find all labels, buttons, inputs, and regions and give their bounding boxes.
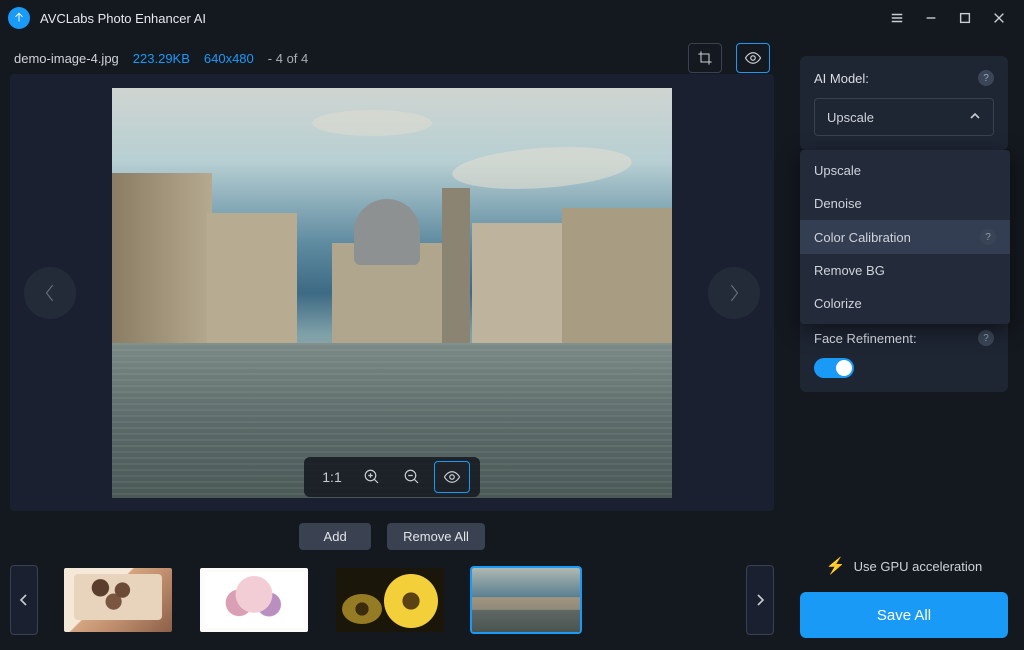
help-icon[interactable]: ? — [980, 229, 996, 245]
bolt-icon: ⚡ — [826, 556, 846, 576]
save-all-button[interactable]: Save All — [800, 592, 1008, 638]
close-button[interactable] — [982, 3, 1016, 33]
thumb-scroll-left[interactable] — [10, 565, 38, 635]
file-name: demo-image-4.jpg — [14, 51, 119, 66]
thumbnail-3[interactable] — [336, 568, 444, 632]
face-refinement-toggle[interactable] — [814, 358, 854, 378]
ai-model-selected: Upscale — [827, 110, 874, 125]
crop-button[interactable] — [688, 43, 722, 73]
face-refinement-label: Face Refinement: — [814, 331, 917, 346]
option-label: Color Calibration — [814, 230, 911, 245]
help-icon[interactable]: ? — [978, 70, 994, 86]
preview-toggle-button[interactable] — [736, 43, 770, 73]
ai-model-dropdown: Upscale Denoise Color Calibration ? Remo… — [800, 150, 1010, 324]
model-option-denoise[interactable]: Denoise — [800, 187, 1010, 220]
help-icon[interactable]: ? — [978, 330, 994, 346]
file-info-bar: demo-image-4.jpg 223.29KB 640x480 - 4 of… — [10, 42, 774, 74]
gpu-acceleration-row[interactable]: ⚡ Use GPU acceleration — [800, 556, 1008, 576]
maximize-button[interactable] — [948, 3, 982, 33]
model-option-upscale[interactable]: Upscale — [800, 154, 1010, 187]
model-option-remove-bg[interactable]: Remove BG — [800, 254, 1010, 287]
hamburger-menu-button[interactable] — [880, 3, 914, 33]
file-size: 223.29KB — [133, 51, 190, 66]
app-title: AVCLabs Photo Enhancer AI — [40, 11, 880, 26]
model-option-color-calibration[interactable]: Color Calibration ? — [800, 220, 1010, 254]
chevron-up-icon — [969, 110, 981, 125]
model-option-colorize[interactable]: Colorize — [800, 287, 1010, 320]
title-bar: AVCLabs Photo Enhancer AI — [0, 0, 1024, 36]
file-dimensions: 640x480 — [204, 51, 254, 66]
thumbnail-1[interactable] — [64, 568, 172, 632]
preview-image — [112, 88, 672, 498]
ai-model-panel: AI Model: ? Upscale Upscale Denoise Colo… — [800, 56, 1008, 150]
file-index: - 4 of 4 — [268, 51, 308, 66]
gpu-label: Use GPU acceleration — [854, 559, 983, 574]
zoom-out-button[interactable] — [394, 461, 430, 493]
add-button[interactable]: Add — [299, 523, 371, 550]
zoom-fit-button[interactable]: 1:1 — [314, 461, 350, 493]
thumbnail-4[interactable] — [472, 568, 580, 632]
thumb-scroll-right[interactable] — [746, 565, 774, 635]
thumbnail-2[interactable] — [200, 568, 308, 632]
face-refinement-panel: Face Refinement: ? — [800, 316, 1008, 392]
compare-preview-button[interactable] — [434, 461, 470, 493]
app-logo-icon — [8, 7, 30, 29]
ai-model-label: AI Model: — [814, 71, 869, 86]
next-image-button[interactable] — [708, 267, 760, 319]
zoom-in-button[interactable] — [354, 461, 390, 493]
zoom-toolbar: 1:1 — [304, 457, 480, 497]
minimize-button[interactable] — [914, 3, 948, 33]
ai-model-select[interactable]: Upscale — [814, 98, 994, 136]
prev-image-button[interactable] — [24, 267, 76, 319]
remove-all-button[interactable]: Remove All — [387, 523, 485, 550]
image-preview-area: 1:1 — [10, 74, 774, 511]
